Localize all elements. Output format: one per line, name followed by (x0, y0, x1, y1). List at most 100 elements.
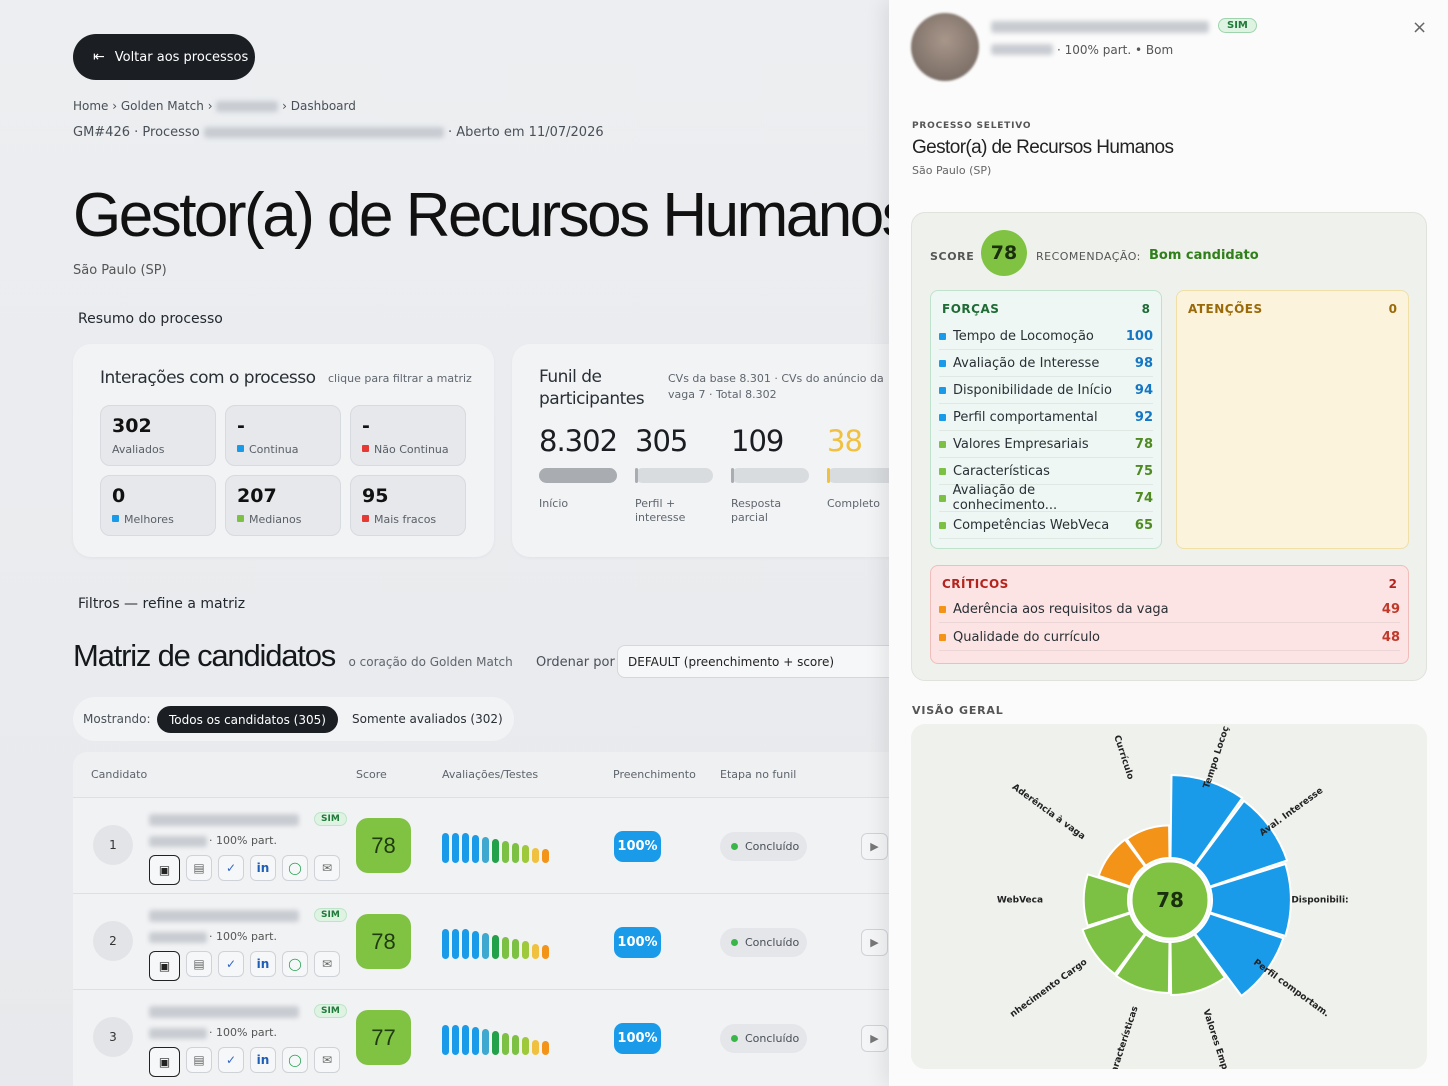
document-icon[interactable]: ▤ (186, 855, 212, 881)
radial-label: Disponibili: (1291, 896, 1348, 906)
critical-item: Qualidade do currículo 48 (939, 624, 1400, 651)
test-bar (442, 1025, 449, 1055)
sim-badge: SIM (314, 908, 347, 922)
play-icon[interactable]: ▶ (861, 1025, 888, 1052)
blurred-candidate-id (149, 836, 207, 847)
recommendation-value: Bom candidato (1149, 248, 1259, 263)
strength-value: 100 (1125, 328, 1153, 344)
stat-label: Mais fracos (362, 510, 454, 526)
funnel-bar (731, 468, 809, 483)
avatar (911, 13, 979, 81)
stat-label: Não Continua (362, 440, 454, 456)
mail-icon[interactable]: ✉ (314, 951, 340, 977)
radial-label: nhecimento Cargo (1009, 957, 1090, 1020)
radial-label: Tempo Locoç (1202, 725, 1232, 790)
table-row[interactable]: 3 SIM · 100% part. ▣ ▤ ✓ in ◯ ✉ 77 100% … (73, 989, 889, 1085)
table-row[interactable]: 2 SIM · 100% part. ▣ ▤ ✓ in ◯ ✉ 78 100% … (73, 893, 889, 989)
strength-item: Avaliação de conhecimento... 74 (939, 483, 1153, 513)
blurred-candidate-id (149, 932, 207, 943)
radial-label: WebVeca (997, 896, 1043, 906)
legend-square (112, 514, 119, 522)
breadcrumb-golden[interactable]: Golden Match (121, 99, 204, 113)
clipboard-icon[interactable]: ✓ (218, 1047, 244, 1073)
stat-value: 207 (237, 485, 277, 507)
test-bar (542, 1041, 549, 1055)
whatsapp-icon[interactable]: ◯ (282, 855, 308, 881)
document-icon[interactable]: ▤ (186, 951, 212, 977)
funnel-value: 8.302 (539, 424, 618, 458)
document-icon[interactable]: ▤ (186, 1047, 212, 1073)
back-to-processes-button[interactable]: ⇤ Voltar aos processos (73, 34, 255, 80)
tab-all-candidates[interactable]: Todos os candidatos (305) (157, 706, 338, 733)
strength-item: Avaliação de Interesse 98 (939, 350, 1153, 377)
sort-label: Ordenar por (536, 655, 615, 670)
job-city: São Paulo (SP) (73, 263, 167, 278)
funnel-value: 38 (827, 424, 863, 458)
strength-label: Características (953, 463, 1050, 479)
panel-sim-badge: SIM (1218, 18, 1257, 33)
test-bar (512, 843, 519, 863)
stat-card[interactable]: 302 Avaliados (100, 405, 216, 466)
critical-value: 49 (1381, 601, 1400, 617)
sort-select[interactable]: DEFAULT (preenchimento + score) (617, 645, 889, 678)
test-bar (502, 1033, 509, 1055)
stat-card[interactable]: - Não Continua (350, 405, 466, 466)
breadcrumb-dashboard: Dashboard (290, 99, 356, 113)
mail-icon[interactable]: ✉ (314, 1047, 340, 1073)
candidate-actions: ▣ ▤ ✓ in ◯ ✉ (149, 951, 340, 981)
stat-value: 302 (112, 415, 152, 437)
whatsapp-icon[interactable]: ◯ (282, 951, 308, 977)
legend-square (362, 514, 369, 522)
funnel-label: Início (539, 497, 569, 510)
stat-card[interactable]: 207 Medianos (225, 475, 341, 536)
mail-icon[interactable]: ✉ (314, 855, 340, 881)
breadcrumb-home[interactable]: Home (73, 99, 108, 113)
legend-square (939, 332, 946, 340)
briefcase-icon[interactable]: ▣ (149, 855, 180, 885)
funnel-bar-fill (539, 468, 617, 483)
participation: · 100% part. (209, 834, 277, 847)
linkedin-icon[interactable]: in (250, 1047, 276, 1073)
test-bar (502, 937, 509, 959)
funnel-bar (635, 468, 713, 483)
whatsapp-icon[interactable]: ◯ (282, 1047, 308, 1073)
legend-square (939, 467, 946, 475)
play-icon[interactable]: ▶ (861, 929, 888, 956)
blurred-candidate-id (149, 1028, 207, 1039)
linkedin-icon[interactable]: in (250, 855, 276, 881)
strength-value: 75 (1134, 463, 1153, 479)
briefcase-icon[interactable]: ▣ (149, 951, 180, 981)
test-bar (522, 1037, 529, 1055)
strength-label: Perfil comportamental (953, 409, 1098, 425)
close-icon[interactable]: × (1412, 17, 1427, 38)
strength-value: 98 (1134, 355, 1153, 371)
test-bar (532, 848, 539, 863)
legend-square (939, 413, 946, 421)
strength-value: 78 (1134, 436, 1153, 452)
score-box: 77 (356, 1010, 411, 1065)
tab-rated-only[interactable]: Somente avaliados (302) (352, 712, 503, 726)
process-opened: · Aberto em 11/07/2026 (447, 125, 604, 140)
strength-label: Avaliação de conhecimento... (952, 483, 1058, 513)
score-box: 78 (356, 818, 411, 873)
stat-card[interactable]: 95 Mais fracos (350, 475, 466, 536)
play-icon[interactable]: ▶ (861, 833, 888, 860)
test-bar (542, 945, 549, 959)
matrix-title-text: Matriz de candidatos (73, 638, 336, 673)
clipboard-icon[interactable]: ✓ (218, 855, 244, 881)
stat-label: Avaliados (112, 440, 204, 456)
linkedin-icon[interactable]: in (250, 951, 276, 977)
breadcrumb: Home › Golden Match › › Dashboard (73, 99, 356, 113)
briefcase-icon[interactable]: ▣ (149, 1047, 180, 1077)
stat-card[interactable]: - Continua (225, 405, 341, 466)
strength-item: Valores Empresariais 78 (939, 431, 1153, 458)
test-bar (532, 1040, 539, 1055)
stage-label: Concluído (745, 936, 800, 949)
radial-label: Currículo (1111, 734, 1135, 781)
stat-card[interactable]: 0 Melhores (100, 475, 216, 536)
table-row[interactable]: 1 SIM · 100% part. ▣ ▤ ✓ in ◯ ✉ 78 100% … (73, 797, 889, 893)
sim-badge: SIM (314, 1004, 347, 1018)
clipboard-icon[interactable]: ✓ (218, 951, 244, 977)
col-candidate: Candidato (91, 768, 148, 781)
score-card: SCORE 78 RECOMENDAÇÃO: Bom candidato FOR… (911, 212, 1427, 681)
